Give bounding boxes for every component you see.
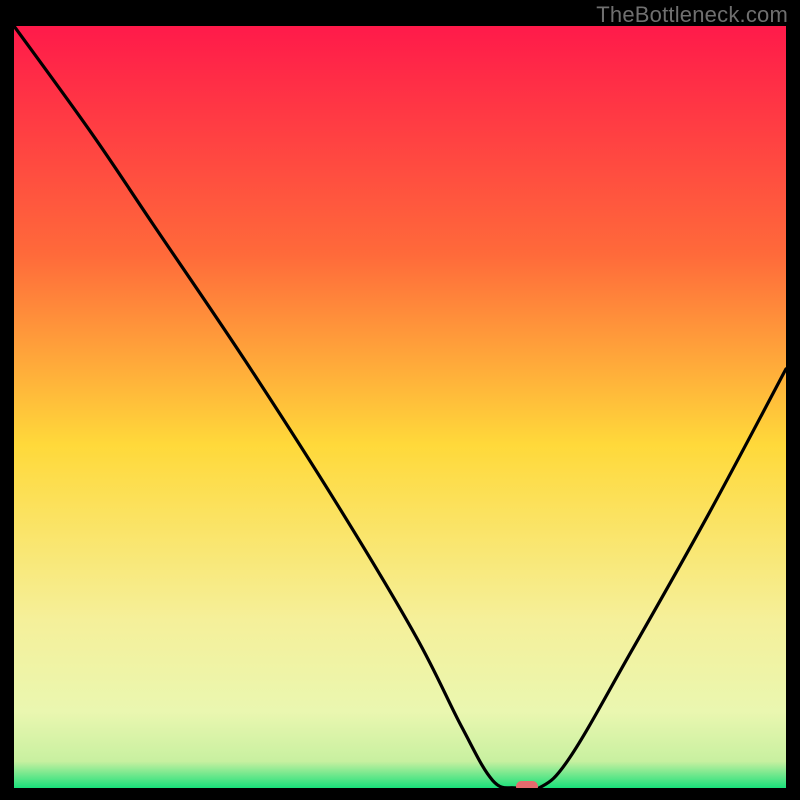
plot-area bbox=[14, 26, 786, 788]
watermark-text: TheBottleneck.com bbox=[596, 2, 788, 28]
optimal-marker bbox=[516, 781, 538, 788]
chart-frame: TheBottleneck.com bbox=[0, 0, 800, 800]
bottleneck-curve bbox=[14, 26, 786, 788]
